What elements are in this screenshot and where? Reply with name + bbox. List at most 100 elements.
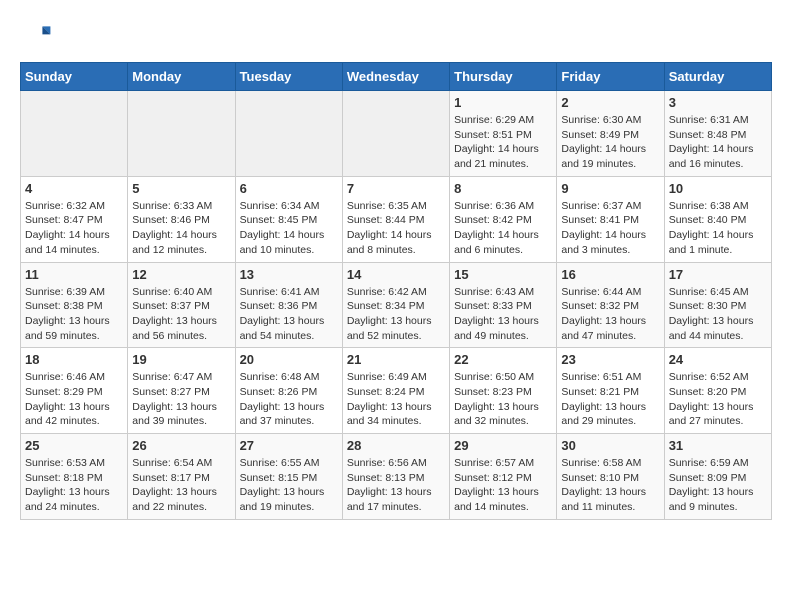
day-number: 22 [454,352,552,367]
day-info: Sunrise: 6:52 AM Sunset: 8:20 PM Dayligh… [669,370,767,429]
day-info: Sunrise: 6:35 AM Sunset: 8:44 PM Dayligh… [347,199,445,258]
calendar-day-cell: 10 Sunrise: 6:38 AM Sunset: 8:40 PM Dayli… [664,176,771,262]
day-info: Sunrise: 6:29 AM Sunset: 8:51 PM Dayligh… [454,113,552,172]
day-info: Sunrise: 6:55 AM Sunset: 8:15 PM Dayligh… [240,456,338,515]
calendar-day-cell: 3 Sunrise: 6:31 AM Sunset: 8:48 PM Daylig… [664,91,771,177]
calendar-day-cell: 21Sunrise: 6:49 AM Sunset: 8:24 PM Dayli… [342,348,449,434]
day-number: 16 [561,267,659,282]
day-number: 27 [240,438,338,453]
calendar-week-row: 1 Sunrise: 6:29 AM Sunset: 8:51 PM Daylig… [21,91,772,177]
calendar-table: SundayMondayTuesdayWednesdayThursdayFrid… [20,62,772,520]
day-info: Sunrise: 6:37 AM Sunset: 8:41 PM Dayligh… [561,199,659,258]
calendar-day-cell: 30 Sunrise: 6:58 AM Sunset: 8:10 PM Dayli… [557,434,664,520]
day-info: Sunrise: 6:59 AM Sunset: 8:09 PM Dayligh… [669,456,767,515]
calendar-day-cell: 13 Sunrise: 6:41 AM Sunset: 8:36 PM Dayli… [235,262,342,348]
calendar-day-cell: 29Sunrise: 6:57 AM Sunset: 8:12 PM Dayli… [450,434,557,520]
calendar-day-cell: 28Sunrise: 6:56 AM Sunset: 8:13 PM Dayli… [342,434,449,520]
day-number: 18 [25,352,123,367]
day-info: Sunrise: 6:56 AM Sunset: 8:13 PM Dayligh… [347,456,445,515]
day-of-week-header: Friday [557,63,664,91]
day-info: Sunrise: 6:51 AM Sunset: 8:21 PM Dayligh… [561,370,659,429]
calendar-day-cell: 4 Sunrise: 6:32 AM Sunset: 8:47 PM Daylig… [21,176,128,262]
day-number: 6 [240,181,338,196]
day-info: Sunrise: 6:48 AM Sunset: 8:26 PM Dayligh… [240,370,338,429]
calendar-day-cell [21,91,128,177]
day-of-week-header: Saturday [664,63,771,91]
day-number: 20 [240,352,338,367]
day-number: 9 [561,181,659,196]
calendar-week-row: 4 Sunrise: 6:32 AM Sunset: 8:47 PM Daylig… [21,176,772,262]
calendar-day-cell [342,91,449,177]
day-of-week-header: Monday [128,63,235,91]
day-number: 14 [347,267,445,282]
logo-icon [20,20,52,52]
day-number: 24 [669,352,767,367]
calendar-day-cell: 26 Sunrise: 6:54 AM Sunset: 8:17 PM Dayli… [128,434,235,520]
day-number: 10 [669,181,767,196]
calendar-day-cell: 31 Sunrise: 6:59 AM Sunset: 8:09 PM Dayli… [664,434,771,520]
day-number: 13 [240,267,338,282]
day-number: 19 [132,352,230,367]
day-info: Sunrise: 6:33 AM Sunset: 8:46 PM Dayligh… [132,199,230,258]
day-info: Sunrise: 6:34 AM Sunset: 8:45 PM Dayligh… [240,199,338,258]
calendar-day-cell: 22 Sunrise: 6:50 AM Sunset: 8:23 PM Dayli… [450,348,557,434]
day-info: Sunrise: 6:38 AM Sunset: 8:40 PM Dayligh… [669,199,767,258]
day-info: Sunrise: 6:31 AM Sunset: 8:48 PM Dayligh… [669,113,767,172]
day-of-week-header: Wednesday [342,63,449,91]
calendar-day-cell: 27 Sunrise: 6:55 AM Sunset: 8:15 PM Dayli… [235,434,342,520]
day-info: Sunrise: 6:58 AM Sunset: 8:10 PM Dayligh… [561,456,659,515]
calendar-day-cell: 19Sunrise: 6:47 AM Sunset: 8:27 PM Dayli… [128,348,235,434]
day-of-week-header: Thursday [450,63,557,91]
day-number: 17 [669,267,767,282]
calendar-day-cell: 9 Sunrise: 6:37 AM Sunset: 8:41 PM Daylig… [557,176,664,262]
day-of-week-header: Sunday [21,63,128,91]
day-info: Sunrise: 6:46 AM Sunset: 8:29 PM Dayligh… [25,370,123,429]
calendar-day-cell: 16 Sunrise: 6:44 AM Sunset: 8:32 PM Dayli… [557,262,664,348]
day-number: 15 [454,267,552,282]
logo [20,20,56,52]
calendar-day-cell: 25 Sunrise: 6:53 AM Sunset: 8:18 PM Dayli… [21,434,128,520]
calendar-week-row: 18 Sunrise: 6:46 AM Sunset: 8:29 PM Dayli… [21,348,772,434]
calendar-day-cell: 5Sunrise: 6:33 AM Sunset: 8:46 PM Daylig… [128,176,235,262]
calendar-day-cell: 20 Sunrise: 6:48 AM Sunset: 8:26 PM Dayli… [235,348,342,434]
calendar-day-cell: 24 Sunrise: 6:52 AM Sunset: 8:20 PM Dayli… [664,348,771,434]
day-info: Sunrise: 6:32 AM Sunset: 8:47 PM Dayligh… [25,199,123,258]
day-info: Sunrise: 6:50 AM Sunset: 8:23 PM Dayligh… [454,370,552,429]
calendar-day-cell: 1 Sunrise: 6:29 AM Sunset: 8:51 PM Daylig… [450,91,557,177]
calendar-day-cell: 15Sunrise: 6:43 AM Sunset: 8:33 PM Dayli… [450,262,557,348]
calendar-day-cell [128,91,235,177]
day-info: Sunrise: 6:53 AM Sunset: 8:18 PM Dayligh… [25,456,123,515]
day-number: 1 [454,95,552,110]
day-info: Sunrise: 6:49 AM Sunset: 8:24 PM Dayligh… [347,370,445,429]
day-number: 3 [669,95,767,110]
day-number: 25 [25,438,123,453]
day-number: 2 [561,95,659,110]
calendar-day-cell: 8 Sunrise: 6:36 AM Sunset: 8:42 PM Daylig… [450,176,557,262]
day-info: Sunrise: 6:44 AM Sunset: 8:32 PM Dayligh… [561,285,659,344]
day-info: Sunrise: 6:36 AM Sunset: 8:42 PM Dayligh… [454,199,552,258]
day-info: Sunrise: 6:54 AM Sunset: 8:17 PM Dayligh… [132,456,230,515]
calendar-day-cell: 6 Sunrise: 6:34 AM Sunset: 8:45 PM Daylig… [235,176,342,262]
day-number: 26 [132,438,230,453]
day-number: 7 [347,181,445,196]
page-header [20,20,772,52]
day-info: Sunrise: 6:45 AM Sunset: 8:30 PM Dayligh… [669,285,767,344]
day-info: Sunrise: 6:30 AM Sunset: 8:49 PM Dayligh… [561,113,659,172]
calendar-day-cell: 23 Sunrise: 6:51 AM Sunset: 8:21 PM Dayli… [557,348,664,434]
day-number: 8 [454,181,552,196]
calendar-week-row: 25 Sunrise: 6:53 AM Sunset: 8:18 PM Dayli… [21,434,772,520]
day-info: Sunrise: 6:41 AM Sunset: 8:36 PM Dayligh… [240,285,338,344]
day-number: 4 [25,181,123,196]
day-info: Sunrise: 6:40 AM Sunset: 8:37 PM Dayligh… [132,285,230,344]
day-info: Sunrise: 6:39 AM Sunset: 8:38 PM Dayligh… [25,285,123,344]
day-number: 30 [561,438,659,453]
calendar-day-cell: 14Sunrise: 6:42 AM Sunset: 8:34 PM Dayli… [342,262,449,348]
day-number: 31 [669,438,767,453]
calendar-day-cell: 2 Sunrise: 6:30 AM Sunset: 8:49 PM Daylig… [557,91,664,177]
day-number: 29 [454,438,552,453]
day-number: 23 [561,352,659,367]
day-of-week-header: Tuesday [235,63,342,91]
calendar-day-cell [235,91,342,177]
calendar-header-row: SundayMondayTuesdayWednesdayThursdayFrid… [21,63,772,91]
day-number: 11 [25,267,123,282]
